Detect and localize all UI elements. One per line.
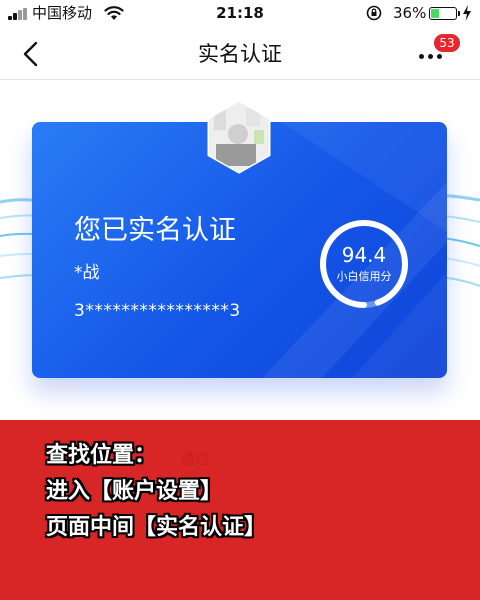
status-bar: 中国移动 21:18 36%: [0, 0, 480, 28]
charging-bolt-icon: [463, 5, 471, 21]
annotation-line-1: 查找位置：: [46, 443, 157, 468]
avatar: [207, 100, 271, 174]
battery-percent: 36%: [393, 4, 427, 22]
nav-bar: 实名认证 53: [0, 28, 480, 80]
credit-score-label: 小白信用分: [336, 270, 392, 283]
annotation-line-2: 进入【账户设置】: [46, 479, 223, 504]
annotation-line-3: 页面中间【实名认证】: [46, 515, 267, 540]
annotation-overlay: 查找位置： 进入【账户设置】 页面中间【实名认证】: [0, 420, 480, 600]
verified-heading: 您已实名认证: [74, 215, 236, 246]
masked-id-number: 3****************3: [74, 301, 241, 321]
masked-name: *战: [74, 263, 100, 283]
battery-icon: [429, 7, 460, 20]
notification-badge: 53: [434, 34, 460, 52]
credit-score-value: 94.4: [341, 243, 387, 267]
rotation-lock-icon: [366, 5, 382, 21]
page-title: 实名认证: [198, 42, 282, 66]
